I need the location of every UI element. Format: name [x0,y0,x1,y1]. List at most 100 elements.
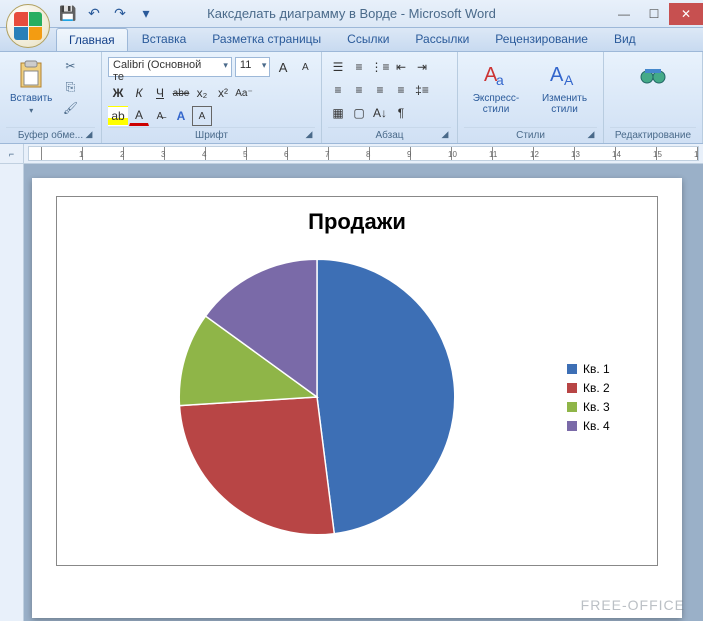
shrink-font-icon[interactable]: A [296,57,315,77]
svg-text:a: a [496,72,504,88]
borders-icon[interactable]: ▢ [349,103,369,123]
watermark: FREE-OFFICE [581,597,685,613]
group-styles: Aa Экспресс-стили AA Изменить стили Стил… [458,52,604,143]
font-family-combo[interactable]: Calibri (Основной те [108,57,232,77]
superscript-button[interactable]: x² [213,83,233,103]
vertical-ruler[interactable] [0,164,24,621]
multilevel-icon[interactable]: ⋮≡ [370,57,390,77]
minimize-button[interactable]: — [609,3,639,25]
text-effects-icon[interactable]: A [171,106,191,126]
legend-swatch [567,402,577,412]
legend-label: Кв. 3 [583,400,610,414]
change-styles-label: Изменить стили [536,93,593,115]
window-controls: — ☐ ✕ [609,3,703,25]
document-area: Продажи Кв. 1Кв. 2Кв. 3Кв. 4 [0,164,703,621]
svg-text:A: A [564,72,574,88]
pie-chart[interactable] [172,252,462,542]
subscript-button[interactable]: x₂ [192,83,212,103]
pie-slice[interactable] [317,259,455,533]
font-color-icon[interactable]: A [129,106,149,126]
office-button[interactable] [6,4,50,48]
chart-container[interactable]: Продажи Кв. 1Кв. 2Кв. 3Кв. 4 [56,196,658,566]
clear-format-icon[interactable]: A̶ [150,106,170,126]
strike-button[interactable]: abe [171,83,191,103]
quick-access-toolbar: 💾 ↶ ↷ ▾ [58,4,156,24]
grow-font-icon[interactable]: A [273,57,292,77]
tab-insert[interactable]: Вставка [130,28,199,51]
quick-styles-icon: Aa [480,59,512,91]
ruler-corner[interactable]: ⌐ [0,144,24,163]
line-spacing-icon[interactable]: ‡≡ [412,80,432,100]
quick-styles-label: Экспресс-стили [468,93,524,115]
change-styles-button[interactable]: AA Изменить стили [532,57,597,117]
group-label-editing: Редактирование [610,127,696,143]
indent-inc-icon[interactable]: ⇥ [412,57,432,77]
font-size-combo[interactable]: 11 [235,57,270,77]
redo-icon[interactable]: ↷ [110,4,130,24]
tab-review[interactable]: Рецензирование [483,28,600,51]
group-font: Calibri (Основной те 11 A A Ж К Ч abe x₂… [102,52,322,143]
paste-button[interactable]: Вставить ▾ [6,57,56,117]
bold-button[interactable]: Ж [108,83,128,103]
align-center-icon[interactable]: ≡ [349,80,369,100]
group-paragraph: ☰ ≡ ⋮≡ ⇤ ⇥ ≡ ≡ ≡ ≡ ‡≡ ▦ ▢ A↓ ¶ Абзац◢ [322,52,458,143]
tab-view[interactable]: Вид [602,28,648,51]
save-icon[interactable]: 💾 [58,4,78,24]
legend-item: Кв. 2 [567,381,647,395]
align-left-icon[interactable]: ≡ [328,80,348,100]
indent-dec-icon[interactable]: ⇤ [391,57,411,77]
page-viewport[interactable]: Продажи Кв. 1Кв. 2Кв. 3Кв. 4 [24,164,703,621]
align-right-icon[interactable]: ≡ [370,80,390,100]
change-styles-icon: AA [548,59,580,91]
close-button[interactable]: ✕ [669,3,703,25]
justify-icon[interactable]: ≡ [391,80,411,100]
bullets-icon[interactable]: ☰ [328,57,348,77]
tab-references[interactable]: Ссылки [335,28,401,51]
undo-icon[interactable]: ↶ [84,4,104,24]
group-label-paragraph: Абзац◢ [328,127,451,143]
group-label-font: Шрифт◢ [108,127,315,143]
chart-legend: Кв. 1Кв. 2Кв. 3Кв. 4 [567,357,647,438]
legend-swatch [567,364,577,374]
pie-slice[interactable] [180,397,335,535]
shading-icon[interactable]: ▦ [328,103,348,123]
tab-home[interactable]: Главная [56,28,128,51]
maximize-button[interactable]: ☐ [639,3,669,25]
char-border-icon[interactable]: A [192,106,212,126]
launcher-icon[interactable]: ◢ [83,129,95,141]
cut-icon[interactable]: ✂ [60,57,80,75]
find-button[interactable] [633,57,673,93]
ribbon-tabs: Главная Вставка Разметка страницы Ссылки… [0,28,703,52]
group-clipboard: Вставить ▾ ✂ ⎘ 🖌 Буфер обме...◢ [0,52,102,143]
window-title: Каксделать диаграмму в Ворде - Microsoft… [207,6,496,21]
copy-icon[interactable]: ⎘ [60,78,80,96]
sort-icon[interactable]: A↓ [370,103,390,123]
format-painter-icon[interactable]: 🖌 [60,99,80,117]
horizontal-ruler[interactable]: 12345678910111213141516 [28,146,699,161]
group-label-styles: Стили◢ [464,127,597,143]
legend-item: Кв. 3 [567,400,647,414]
tab-layout[interactable]: Разметка страницы [200,28,333,51]
page[interactable]: Продажи Кв. 1Кв. 2Кв. 3Кв. 4 [32,178,682,618]
qat-customize-icon[interactable]: ▾ [136,4,156,24]
ribbon: Вставить ▾ ✂ ⎘ 🖌 Буфер обме...◢ Calibri … [0,52,703,144]
launcher-icon[interactable]: ◢ [439,129,451,141]
title-bar: 💾 ↶ ↷ ▾ Каксделать диаграмму в Ворде - M… [0,0,703,28]
tab-mailings[interactable]: Рассылки [403,28,481,51]
paste-dropdown-icon: ▾ [29,106,33,115]
underline-button[interactable]: Ч [150,83,170,103]
legend-label: Кв. 1 [583,362,610,376]
paste-label: Вставить [10,93,52,104]
office-logo-icon [14,12,42,40]
quick-styles-button[interactable]: Aa Экспресс-стили [464,57,528,117]
group-label-clipboard: Буфер обме...◢ [6,127,95,143]
numbering-icon[interactable]: ≡ [349,57,369,77]
launcher-icon[interactable]: ◢ [585,129,597,141]
binoculars-icon [637,59,669,91]
italic-button[interactable]: К [129,83,149,103]
legend-swatch [567,383,577,393]
launcher-icon[interactable]: ◢ [303,129,315,141]
highlight-icon[interactable]: ab [108,106,128,126]
show-marks-icon[interactable]: ¶ [391,103,411,123]
case-button[interactable]: Aa⁻ [234,83,254,103]
